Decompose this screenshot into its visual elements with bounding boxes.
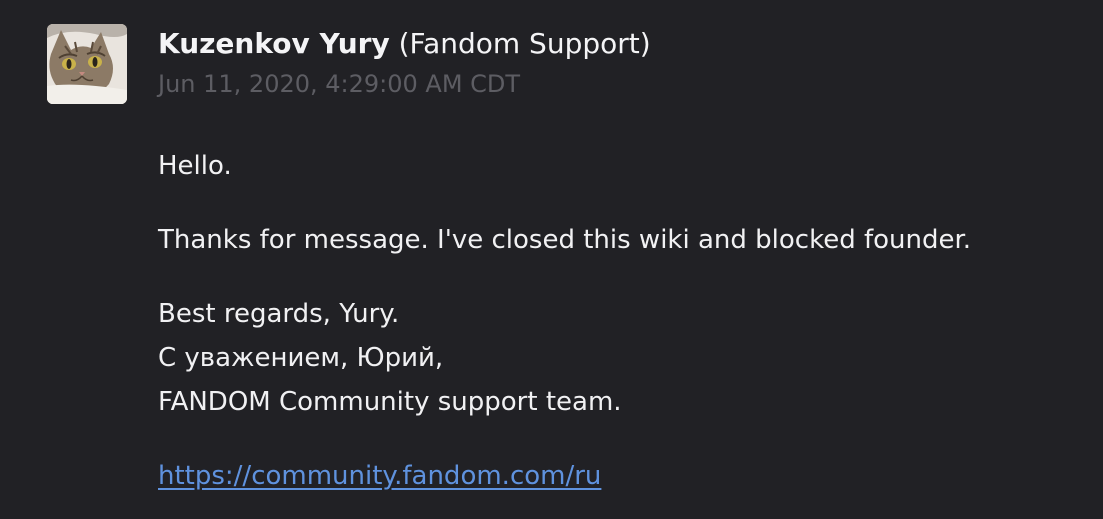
- signature-line: С уважением, Юрий,: [158, 343, 444, 373]
- message-signature: Best regards, Yury. С уважением, Юрий, F…: [158, 292, 971, 424]
- message-body: Hello. Thanks for message. I've closed t…: [158, 144, 971, 498]
- signature-line: Best regards, Yury.: [158, 299, 400, 329]
- message-greeting: Hello.: [158, 151, 232, 181]
- author-affiliation: (Fandom Support): [398, 27, 651, 60]
- community-link[interactable]: https://community.fandom.com/ru: [158, 461, 601, 491]
- message-text: Thanks for message. I've closed this wik…: [158, 225, 972, 255]
- message-timestamp: Jun 11, 2020, 4:29:00 AM CDT: [158, 70, 521, 98]
- cat-photo-avatar-icon: [47, 24, 127, 104]
- message-header: Kuzenkov Yury (Fandom Support) Jun 11, 2…: [158, 26, 651, 99]
- signature-line: FANDOM Community support team.: [158, 387, 622, 417]
- author-name[interactable]: Kuzenkov Yury: [158, 27, 390, 60]
- avatar[interactable]: [47, 24, 127, 104]
- author-line: Kuzenkov Yury (Fandom Support): [158, 26, 651, 62]
